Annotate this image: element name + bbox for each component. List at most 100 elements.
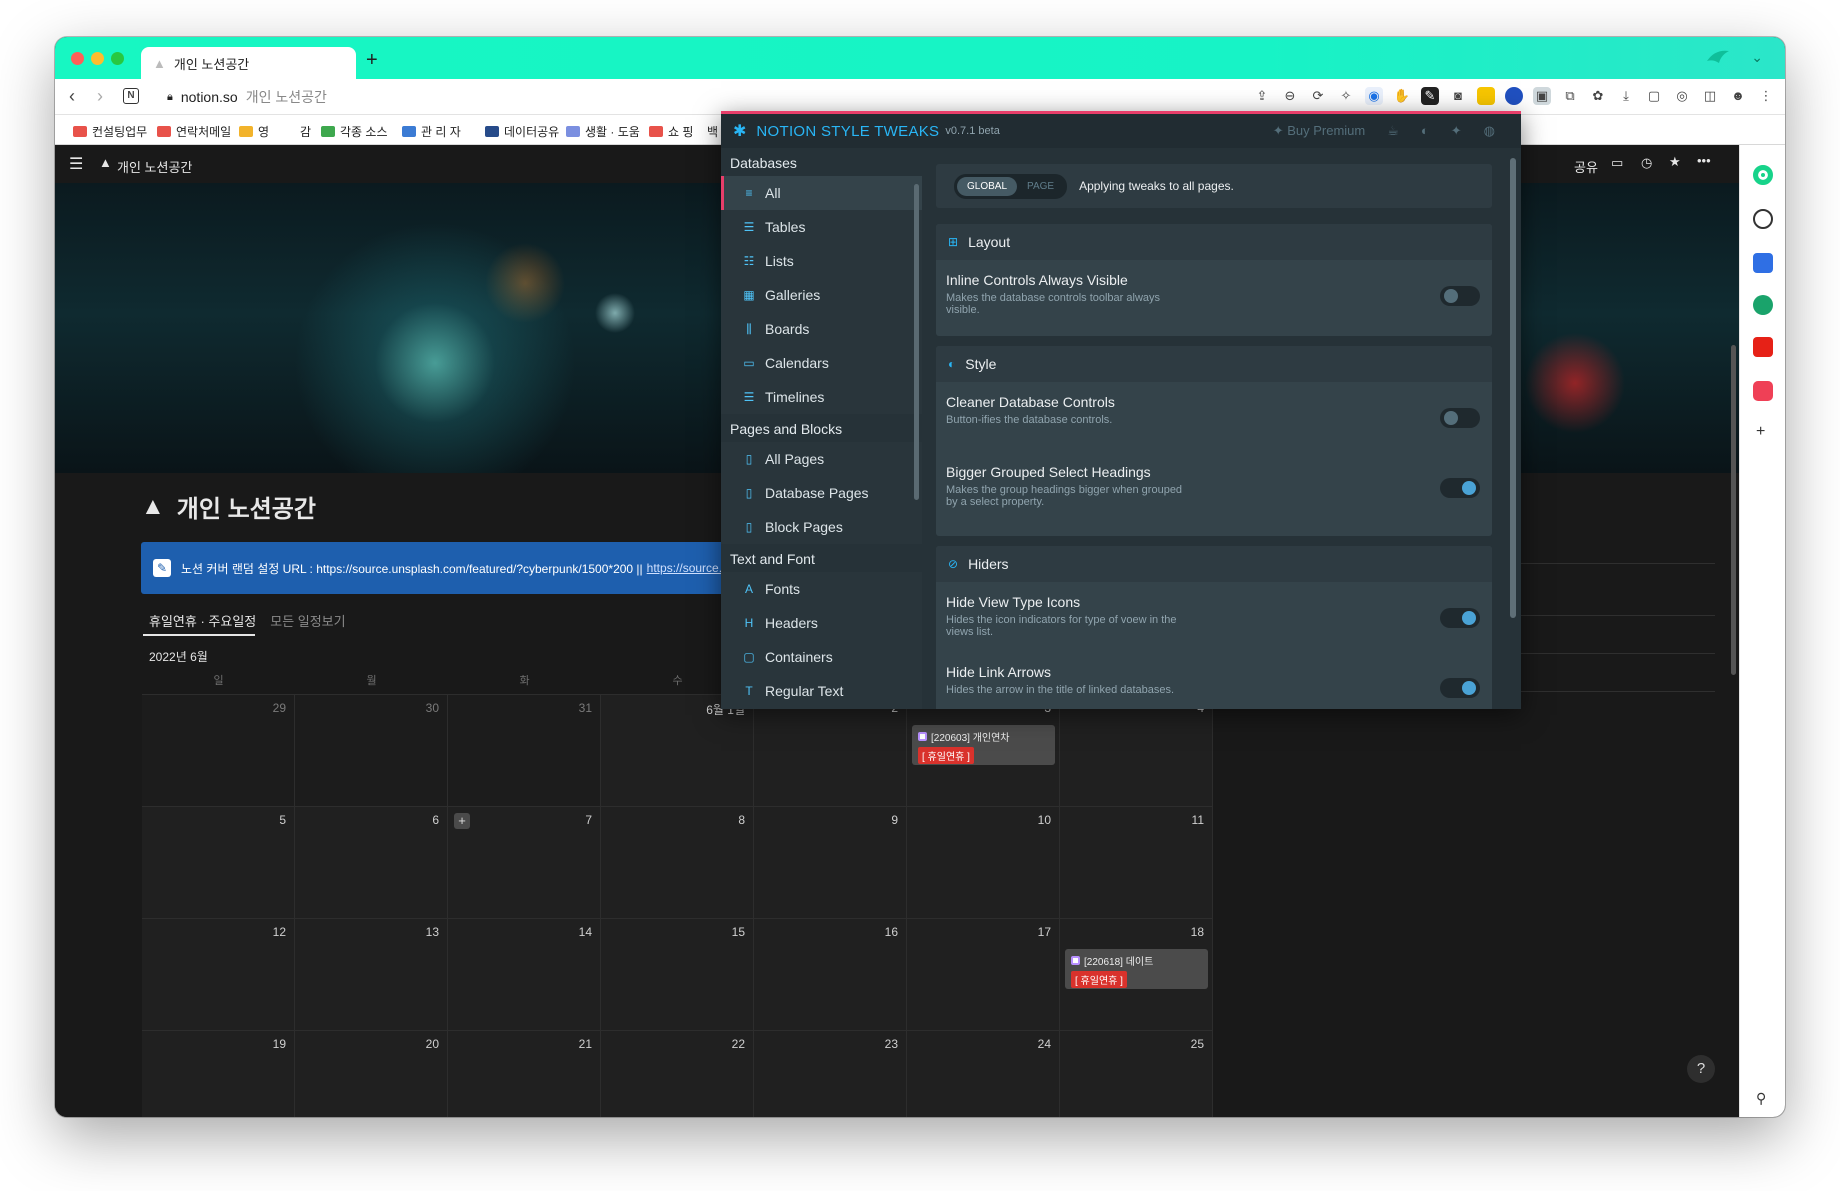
sidebar-item-block-pages[interactable]: ▯ Block Pages — [721, 510, 922, 544]
extension-icon-e[interactable] — [1505, 87, 1523, 105]
sidebar-item-all-pages[interactable]: ▯ All Pages — [721, 442, 922, 476]
github-icon[interactable]: ◐ — [1421, 123, 1429, 139]
bookmark-item[interactable]: 컨설팅업무 — [73, 123, 147, 140]
zoom-out-icon[interactable]: ⊖ — [1281, 87, 1299, 105]
extension-icon-a[interactable]: ◉ — [1365, 87, 1383, 105]
sidebar-item-all[interactable]: ≡ All — [721, 176, 922, 210]
scope-global[interactable]: GLOBAL — [957, 176, 1018, 196]
settings-scrollbar[interactable] — [1510, 158, 1516, 618]
calendar-day[interactable]: 3 [220603] 개인연차 [ 휴일연휴 ] — [907, 695, 1060, 807]
calendar-day[interactable]: 15 — [601, 919, 754, 1031]
extension-icon-b[interactable]: ✋ — [1393, 87, 1411, 105]
calendar-day[interactable]: 6 — [295, 807, 448, 919]
calendar-day[interactable]: 29 — [142, 695, 295, 807]
download-icon[interactable]: ⤓ — [1617, 87, 1635, 105]
puzzle-extension-icon[interactable]: ✧ — [1337, 87, 1355, 105]
calendar-day[interactable]: 11 — [1060, 807, 1213, 919]
sidebar-item-containers[interactable]: ▢ Containers — [721, 640, 922, 674]
extension-icon-h[interactable]: ▢ — [1645, 87, 1663, 105]
notion-style-tweaks-icon[interactable]: ▣ — [1533, 87, 1551, 105]
scope-page[interactable]: PAGE — [1017, 177, 1064, 196]
zoom-window-button[interactable] — [111, 52, 124, 65]
calendar-day[interactable]: 16 — [754, 919, 907, 1031]
sidebar-item-headers[interactable]: H Headers — [721, 606, 922, 640]
sidebar-app-icon[interactable] — [1753, 381, 1773, 401]
minimize-window-button[interactable] — [91, 52, 104, 65]
calendar-day[interactable]: 4 — [1060, 695, 1213, 807]
calendar-day[interactable]: 10 — [907, 807, 1060, 919]
hide-view-icons-toggle[interactable] — [1440, 608, 1480, 628]
chevron-down-icon[interactable]: ⌄ — [1751, 49, 1763, 66]
breadcrumb[interactable]: 개인 노션공간 — [117, 157, 192, 176]
reload-extension-icon[interactable]: ⟳ — [1309, 87, 1327, 105]
calendar-day[interactable]: 20 — [295, 1031, 448, 1117]
pin-icon[interactable]: ⚲ — [1756, 1090, 1766, 1107]
sidebar-app-icon[interactable] — [1753, 253, 1773, 273]
profile-icon[interactable]: ☻ — [1729, 87, 1747, 105]
extension-icon-d[interactable] — [1477, 87, 1495, 105]
bookmark-item[interactable]: 백 — [707, 123, 718, 140]
page-scrollbar[interactable] — [1731, 345, 1736, 675]
calendar-day[interactable]: 23 — [754, 1031, 907, 1117]
calendar-day[interactable]: 30 — [295, 695, 448, 807]
extension-icon-c[interactable]: ✎ — [1421, 87, 1439, 105]
bookmark-item[interactable]: 관 리 자 — [402, 123, 461, 140]
sidebar-item-tables[interactable]: ☰ Tables — [721, 210, 922, 244]
calendar-event[interactable]: [220618] 데이트 [ 휴일연휴 ] — [1065, 949, 1208, 989]
hamburger-menu-icon[interactable]: ☰ — [69, 154, 83, 174]
back-icon[interactable]: ‹ — [69, 86, 75, 107]
buy-premium-link[interactable]: ✦ Buy Premium — [1273, 123, 1366, 139]
calendar-event[interactable]: [220603] 개인연차 [ 휴일연휴 ] — [912, 725, 1055, 765]
hide-link-arrows-toggle[interactable] — [1440, 678, 1480, 698]
sidebar-item-calendars[interactable]: ▭ Calendars — [721, 346, 922, 380]
extension-icon-i[interactable]: ◎ — [1673, 87, 1691, 105]
calendar-day[interactable]: 31 — [448, 695, 601, 807]
favorite-star-icon[interactable]: ★ — [1669, 154, 1681, 170]
add-event-icon[interactable]: + — [454, 813, 470, 829]
bigger-headings-toggle[interactable] — [1440, 478, 1480, 498]
extension-icon-g[interactable]: ✿ — [1589, 87, 1607, 105]
sidebar-scrollbar[interactable] — [914, 184, 919, 500]
more-options-icon[interactable]: ••• — [1697, 153, 1711, 168]
sidebar-item-database-pages[interactable]: ▯ Database Pages — [721, 476, 922, 510]
calendar-day[interactable]: 8 — [601, 807, 754, 919]
sidebar-app-icon[interactable] — [1753, 165, 1773, 185]
sidebar-item-lists[interactable]: ☷ Lists — [721, 244, 922, 278]
calendar-day[interactable]: 19 — [142, 1031, 295, 1117]
calendar-day[interactable]: + 7 — [448, 807, 601, 919]
bookmark-item[interactable]: 감 — [300, 123, 311, 140]
tab-holidays[interactable]: 휴일연휴 · 주요일정 — [149, 611, 256, 630]
callout-link[interactable]: https://source.u — [647, 561, 729, 575]
bookmark-item[interactable]: 쇼 핑 — [649, 123, 693, 140]
sidebar-item-boards[interactable]: ⫼ Boards — [721, 312, 922, 346]
chrome-store-icon[interactable]: ☕ — [1387, 123, 1399, 139]
add-sidebar-app-icon[interactable]: + — [1756, 423, 1765, 441]
calendar-day[interactable]: 5 — [142, 807, 295, 919]
sidebar-item-fonts[interactable]: A Fonts — [721, 572, 922, 606]
history-icon[interactable]: ◷ — [1641, 155, 1652, 171]
scope-toggle[interactable]: GLOBAL PAGE — [954, 173, 1068, 199]
calendar-day[interactable]: 13 — [295, 919, 448, 1031]
sidebar-app-icon[interactable] — [1753, 295, 1773, 315]
sidebar-app-icon[interactable] — [1753, 209, 1773, 229]
address-bar[interactable]: 🔒︎ notion.so 개인 노션공간 — [167, 85, 1207, 109]
new-tab-button[interactable]: + — [366, 49, 378, 72]
cleaner-controls-toggle[interactable] — [1440, 408, 1480, 428]
camera-icon[interactable]: ◙ — [1449, 87, 1467, 105]
calendar-day[interactable]: 25 — [1060, 1031, 1213, 1117]
sidebar-item-galleries[interactable]: ▦ Galleries — [721, 278, 922, 312]
bookmark-item[interactable]: 영 — [239, 123, 269, 140]
sidebar-item-timelines[interactable]: ☰ Timelines — [721, 380, 922, 414]
calendar-day[interactable]: 21 — [448, 1031, 601, 1117]
calendar-day[interactable]: 18 [220618] 데이트 [ 휴일연휴 ] — [1060, 919, 1213, 1031]
inline-controls-toggle[interactable] — [1440, 286, 1480, 306]
calendar-day[interactable]: 17 — [907, 919, 1060, 1031]
bookmark-item[interactable]: 각종 소스 — [321, 123, 388, 140]
calendar-day[interactable]: 9 — [754, 807, 907, 919]
share-icon[interactable]: ⇪ — [1253, 87, 1271, 105]
extension-icon-f[interactable]: ⧉ — [1561, 87, 1579, 105]
twitter-icon[interactable]: ✦ — [1451, 123, 1462, 139]
calendar-day[interactable]: 6월 1일 — [601, 695, 754, 807]
comments-icon[interactable]: ▭ — [1611, 155, 1623, 171]
globe-icon[interactable]: ◍ — [1484, 123, 1495, 139]
